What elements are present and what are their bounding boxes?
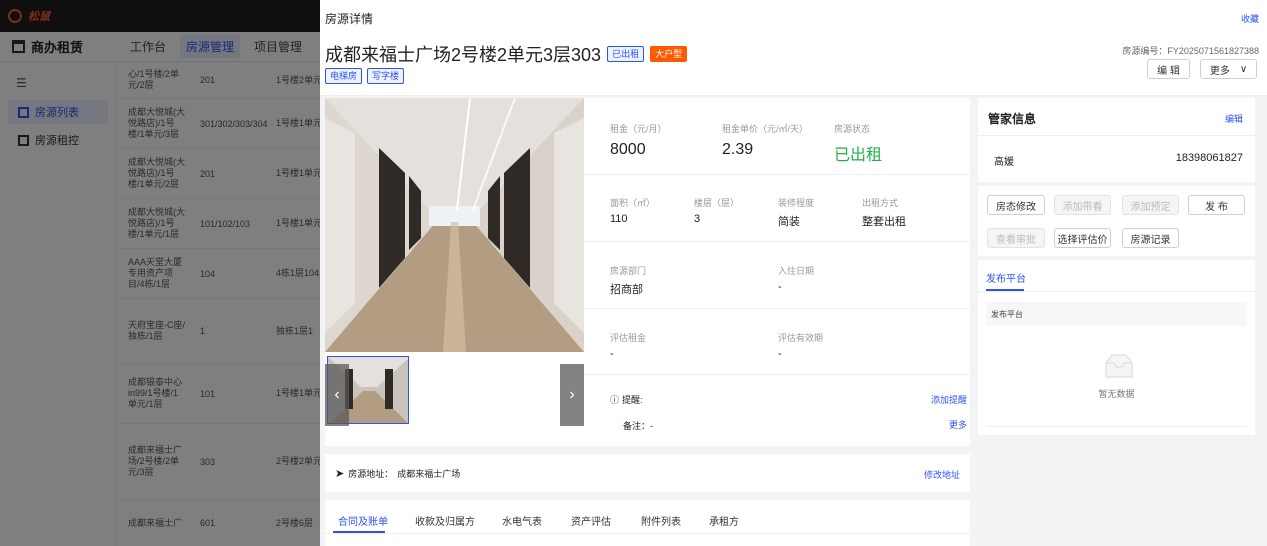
- area-stat: 面积（㎡） 110: [610, 198, 656, 225]
- listing-code: 房源编号：FY2025071561827388: [1122, 46, 1259, 56]
- evaluation-section: 评估租金 - 评估有效期 -: [584, 309, 970, 375]
- listing-info-card: ‹ › 租金（元/月） 8000 租金单价（元/㎡/天） 2.39 房源状态 已出租 …: [325, 98, 970, 446]
- divider: [978, 135, 1255, 136]
- remark-text: 备注：-: [623, 421, 653, 431]
- rent-stat: 租金（元/月） 8000: [610, 124, 667, 158]
- listing-history-button[interactable]: 房源记录: [1122, 228, 1179, 248]
- tab-asset-evaluation[interactable]: 资产评估: [571, 513, 611, 528]
- rental-mode-stat: 出租方式 整套出租: [862, 198, 906, 228]
- listing-detail-drawer: 房源详情 收藏 成都来福士广场2号楼2单元3层303 已出租 大户型 电梯房 写…: [320, 0, 1267, 546]
- checkin-date-stat: 入住日期 -: [778, 266, 815, 293]
- tab-contracts-bills[interactable]: 合同及账单: [338, 513, 388, 528]
- chevron-left-icon: ‹: [334, 386, 340, 403]
- property-section: 面积（㎡） 110 楼层（层） 3 装修程度 简装 出租方式 整套出租: [584, 175, 970, 242]
- evaluated-rent-stat: 评估租金 -: [610, 333, 647, 360]
- photo-thumbnails: ‹ ›: [325, 356, 584, 426]
- tab-attachments[interactable]: 附件列表: [641, 513, 681, 528]
- divider: [986, 426, 1247, 427]
- listing-title: 成都来福士广场2号楼2单元3层303 已出租 大户型: [325, 41, 688, 67]
- evaluation-period-stat: 评估有效期 -: [778, 333, 824, 360]
- drawer-header: 房源详情 收藏 成都来福士广场2号楼2单元3层303 已出租 大户型 电梯房 写…: [320, 0, 1267, 96]
- change-status-button[interactable]: 房态修改: [987, 195, 1045, 215]
- empty-box-icon: [1105, 354, 1133, 378]
- prev-photo-button[interactable]: ‹: [325, 364, 349, 426]
- platform-table-header: 发布平台: [986, 302, 1247, 326]
- steward-phone: 18398061827: [1175, 152, 1243, 164]
- more-remarks-link[interactable]: 更多: [949, 418, 967, 431]
- office-tag: 写字楼: [367, 68, 405, 84]
- chevron-right-icon: ›: [569, 386, 575, 403]
- tab-divider: [325, 533, 970, 534]
- large-unit-tag: 大户型: [650, 46, 688, 62]
- publish-platform-card: 发布平台 发布平台 暂无数据: [978, 260, 1255, 435]
- more-dropdown[interactable]: 更多 ∨: [1200, 59, 1257, 79]
- edit-address-link[interactable]: 修改地址: [924, 468, 960, 481]
- department-section: 房源部门 招商部 入住日期 -: [584, 242, 970, 309]
- header-actions: 编 辑 更多 ∨: [1147, 59, 1257, 79]
- steward-card: 管家信息 编辑 高媛 18398061827: [978, 98, 1255, 182]
- reminder-label: ⓘ 提醒:: [610, 395, 643, 405]
- unit-price-stat: 租金单价（元/㎡/天） 2.39: [722, 124, 809, 158]
- favorite-link[interactable]: 收藏: [1241, 12, 1259, 25]
- address-card: ➤ 房源地址： 成都来福士广场 修改地址: [325, 454, 970, 492]
- decoration-stat: 装修程度 简装: [778, 198, 815, 228]
- feature-tags: 电梯房 写字楼: [325, 68, 405, 84]
- listing-name: 成都来福士广场2号楼2单元3层303: [325, 45, 602, 65]
- chevron-down-icon: ∨: [1239, 63, 1248, 75]
- modal-mask[interactable]: [0, 0, 320, 546]
- address-text: ➤ 房源地址： 成都来福士广场: [335, 468, 461, 480]
- publish-button[interactable]: 发 布: [1188, 195, 1245, 215]
- view-approval-button[interactable]: 查看审批: [987, 228, 1045, 248]
- tab-tenant[interactable]: 承租方: [709, 513, 739, 528]
- divider: [978, 291, 1255, 292]
- elevator-tag: 电梯房: [325, 68, 363, 84]
- select-valuation-button[interactable]: 选择评估价: [1054, 228, 1111, 248]
- listing-stats: 租金（元/月） 8000 租金单价（元/㎡/天） 2.39 房源状态 已出租 面积（㎡…: [584, 98, 970, 446]
- steward-name: 高媛: [994, 157, 1014, 168]
- add-booking-button[interactable]: 添加预定: [1122, 195, 1179, 215]
- action-buttons-card: 房态修改 添加带看 添加预定 发 布 查看审批 选择评估价 房源记录: [978, 186, 1255, 256]
- add-viewing-button[interactable]: 添加带看: [1054, 195, 1111, 215]
- detail-tabs: 合同及账单 收款及归属方 水电气表 资产评估 附件列表 承租方: [325, 500, 970, 546]
- listing-photo[interactable]: [325, 98, 584, 352]
- listing-status-stat: 房源状态 已出租: [834, 124, 883, 164]
- department-stat: 房源部门 招商部: [610, 266, 647, 296]
- floor-stat: 楼层（层） 3: [694, 198, 740, 225]
- tab-utility-meters[interactable]: 水电气表: [502, 513, 542, 528]
- navigation-arrow-icon: ➤: [335, 468, 345, 480]
- rented-tag: 已出租: [607, 46, 645, 62]
- tab-payment-owner[interactable]: 收款及归属方: [415, 513, 475, 528]
- tab-publish-platform[interactable]: 发布平台: [986, 270, 1026, 285]
- edit-steward-link[interactable]: 编辑: [1225, 112, 1243, 125]
- edit-button[interactable]: 编 辑: [1147, 59, 1190, 79]
- drawer-title: 房源详情: [325, 12, 374, 26]
- add-reminder-link[interactable]: 添加提醒: [931, 393, 967, 406]
- steward-title: 管家信息: [988, 112, 1037, 126]
- empty-text: 暂无数据: [1098, 389, 1135, 399]
- rent-section: 租金（元/月） 8000 租金单价（元/㎡/天） 2.39 房源状态 已出租: [584, 98, 970, 175]
- next-photo-button[interactable]: ›: [560, 364, 584, 426]
- question-circle-icon: ⓘ: [610, 395, 620, 405]
